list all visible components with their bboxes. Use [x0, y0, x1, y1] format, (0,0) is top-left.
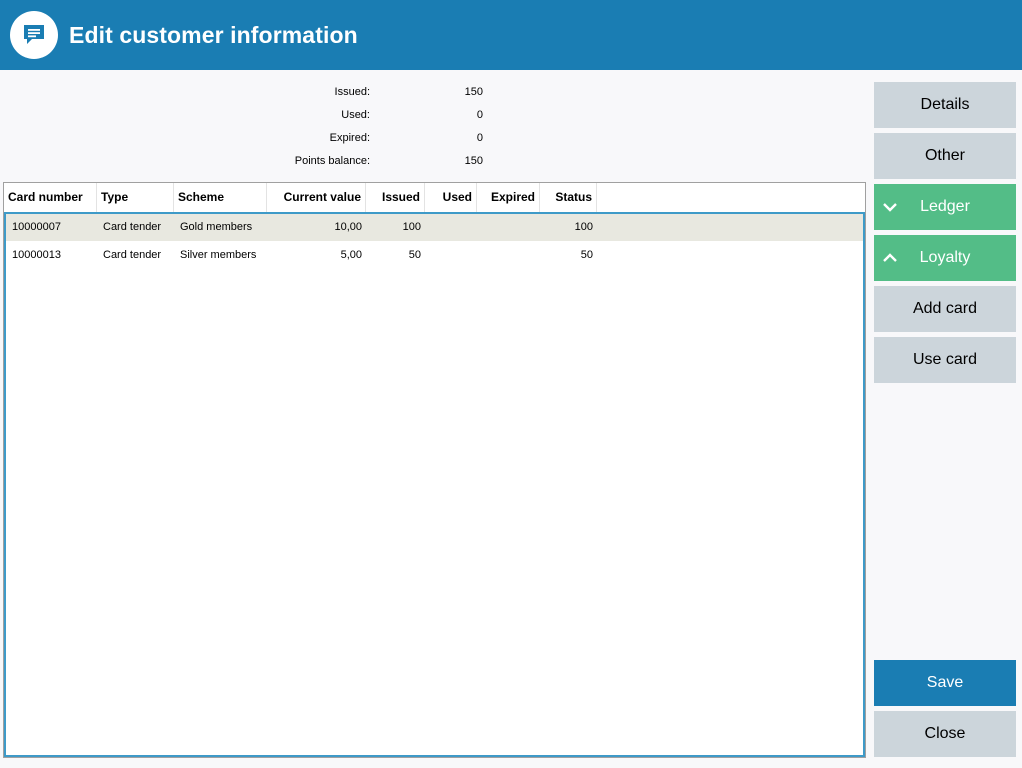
- close-button-label: Close: [924, 725, 966, 742]
- column-header-status[interactable]: Status: [540, 183, 597, 212]
- summary-used-value: 0: [476, 109, 483, 121]
- chat-bubble-icon: [10, 11, 58, 59]
- cell-used: [425, 214, 477, 241]
- ledger-button[interactable]: Ledger: [874, 184, 1016, 230]
- cards-table[interactable]: Card number Type Scheme Current value Is…: [3, 182, 866, 758]
- cell-card-number: 10000013: [12, 249, 61, 261]
- cell-type: Card tender: [103, 249, 162, 261]
- use-card-button-label: Use card: [912, 351, 978, 368]
- details-button-label: Details: [920, 96, 970, 113]
- cell-issued: 50: [408, 249, 421, 261]
- title-bar: Edit customer information: [0, 0, 1022, 70]
- cell-used: [425, 242, 477, 269]
- column-header-expired[interactable]: Expired: [477, 183, 540, 212]
- table-header: Card number Type Scheme Current value Is…: [4, 183, 865, 212]
- cell-expired: [477, 242, 540, 269]
- page-title: Edit customer information: [69, 22, 358, 48]
- summary-points-balance-label: Points balance:: [294, 155, 370, 167]
- other-button-label: Other: [924, 147, 965, 164]
- cell-current-value: 5,00: [340, 249, 362, 261]
- save-button-label: Save: [926, 674, 964, 691]
- cell-current-value: 10,00: [334, 221, 362, 233]
- table-row[interactable]: 10000007 Card tender Gold members 10,00 …: [6, 214, 863, 241]
- loyalty-button-label: Loyalty: [919, 249, 971, 266]
- cell-expired: [477, 214, 540, 241]
- cell-type: Card tender: [103, 221, 162, 233]
- summary-expired-label: Expired:: [329, 132, 370, 144]
- use-card-button[interactable]: Use card: [874, 337, 1016, 383]
- summary-issued-value: 150: [464, 86, 483, 98]
- cell-status: 50: [580, 249, 593, 261]
- column-header-scheme[interactable]: Scheme: [174, 183, 267, 212]
- save-button[interactable]: Save: [874, 660, 1016, 706]
- column-header-current-value[interactable]: Current value: [267, 183, 366, 212]
- close-button[interactable]: Close: [874, 711, 1016, 757]
- ledger-button-label: Ledger: [920, 198, 970, 215]
- details-button[interactable]: Details: [874, 82, 1016, 128]
- add-card-button-label: Add card: [912, 300, 978, 317]
- cell-card-number: 10000007: [12, 221, 61, 233]
- cell-scheme: Gold members: [180, 221, 253, 233]
- column-header-used[interactable]: Used: [425, 183, 477, 212]
- cell-status: 100: [574, 221, 593, 233]
- summary-points-balance-value: 150: [464, 155, 483, 167]
- column-header-issued[interactable]: Issued: [366, 183, 425, 212]
- loyalty-button[interactable]: Loyalty: [874, 235, 1016, 281]
- other-button[interactable]: Other: [874, 133, 1016, 179]
- column-header-card-number[interactable]: Card number: [4, 183, 97, 212]
- cell-issued: 100: [402, 221, 421, 233]
- table-row[interactable]: 10000013 Card tender Silver members 5,00…: [6, 242, 863, 269]
- add-card-button[interactable]: Add card: [874, 286, 1016, 332]
- table-body[interactable]: 10000007 Card tender Gold members 10,00 …: [4, 212, 865, 757]
- summary-issued-label: Issued:: [334, 86, 370, 98]
- summary-expired-value: 0: [476, 132, 483, 144]
- column-header-type[interactable]: Type: [97, 183, 174, 212]
- summary-used-label: Used:: [341, 109, 370, 121]
- cell-scheme: Silver members: [180, 249, 257, 261]
